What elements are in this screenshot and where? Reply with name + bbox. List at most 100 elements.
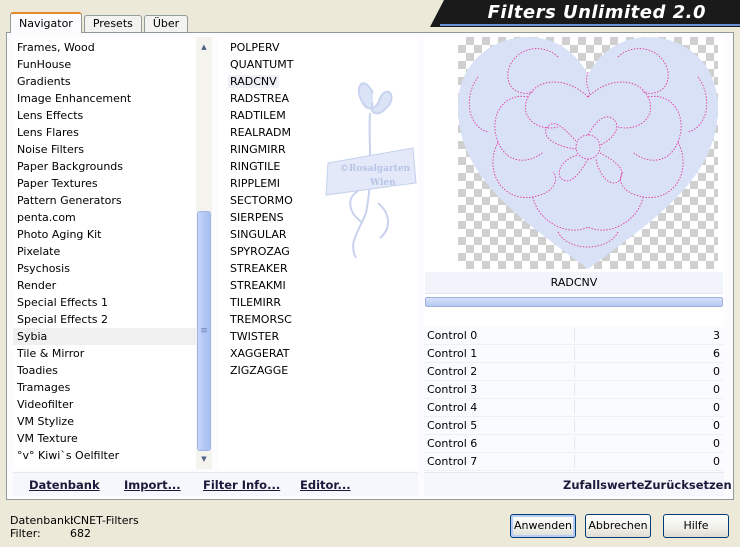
watermark-text-line2: Wien: [369, 178, 396, 188]
zufallswerte-link[interactable]: Zufallswerte: [563, 478, 644, 492]
category-item[interactable]: Toadies: [13, 362, 212, 379]
control-value[interactable]: 0: [713, 399, 720, 416]
category-item[interactable]: Pattern Generators: [13, 192, 212, 209]
left-link-bar: Datenbank Import... Filter Info... Edito…: [13, 472, 418, 496]
control-label: Control 4: [427, 401, 478, 414]
control-value[interactable]: 0: [713, 453, 720, 470]
category-item[interactable]: Special Effects 1: [13, 294, 212, 311]
category-item[interactable]: Frames, Wood: [13, 39, 212, 56]
control-divider: [574, 329, 575, 342]
category-item[interactable]: Render: [13, 277, 212, 294]
category-item[interactable]: Lens Effects: [13, 107, 212, 124]
tab-navigator[interactable]: Navigator: [10, 12, 82, 33]
category-item[interactable]: Paper Backgrounds: [13, 158, 212, 175]
cancel-button[interactable]: Abbrechen: [585, 514, 651, 538]
filter-item-label: TREMORSC: [230, 313, 292, 326]
category-item[interactable]: Pixelate: [13, 243, 212, 260]
control-value[interactable]: 3: [713, 327, 720, 344]
filter-item-label: STREAKER: [230, 262, 288, 275]
filter-item[interactable]: TILEMIRR: [218, 294, 418, 311]
editor-link[interactable]: Editor...: [300, 478, 351, 492]
control-label: Control 1: [427, 347, 478, 360]
control-slider[interactable]: [425, 297, 723, 307]
arrow-up-icon[interactable]: ▲: [196, 39, 212, 55]
filter-item-label: RINGMIRR: [230, 143, 286, 156]
control-value[interactable]: 0: [713, 381, 720, 398]
preview-filter-name: RADCNV: [425, 272, 723, 294]
preview-heart-image: [458, 37, 718, 269]
arrow-down-icon[interactable]: ▼: [196, 451, 212, 467]
control-divider: [574, 401, 575, 414]
control-label: Control 3: [427, 383, 478, 396]
filter-item-label: REALRADM: [230, 126, 291, 139]
filter-item-label: TILEMIRR: [230, 296, 282, 309]
category-item[interactable]: Sybia: [13, 328, 212, 345]
category-item[interactable]: VM Stylize: [13, 413, 212, 430]
control-value[interactable]: 0: [713, 435, 720, 452]
category-item[interactable]: Gradients: [13, 73, 212, 90]
filter-info-link[interactable]: Filter Info...: [203, 478, 280, 492]
category-item[interactable]: Photo Aging Kit: [13, 226, 212, 243]
apply-button[interactable]: Anwenden: [510, 514, 576, 538]
filter-item[interactable]: XAGGERAT: [218, 345, 418, 362]
tab-bar: Navigator Presets Über: [10, 12, 190, 33]
control-row[interactable]: Control 3 0: [424, 381, 724, 399]
category-item[interactable]: VM Texture: [13, 430, 212, 447]
datenbank-link[interactable]: Datenbank: [29, 478, 100, 492]
control-divider: [574, 365, 575, 378]
category-item[interactable]: Noise Filters: [13, 141, 212, 158]
import-link[interactable]: Import...: [124, 478, 181, 492]
filter-item[interactable]: ZIGZAGGE: [218, 362, 418, 379]
control-row[interactable]: Control 7 0: [424, 453, 724, 471]
control-row[interactable]: Control 0 3: [424, 327, 724, 345]
db-label: Datenbank:: [10, 514, 75, 527]
category-item[interactable]: FunHouse: [13, 56, 212, 73]
control-divider: [574, 383, 575, 396]
tab-uber[interactable]: Über: [143, 15, 189, 32]
filter-item[interactable]: POLPERV: [218, 39, 418, 56]
control-list: Control 0 3 Control 1 6 Control 2 0 Control 3 0…: [424, 327, 724, 471]
control-value[interactable]: 0: [713, 417, 720, 434]
filter-item-label: ZIGZAGGE: [230, 364, 289, 377]
scrollbar-thumb[interactable]: ≡: [197, 211, 211, 451]
category-item[interactable]: Tile & Mirror: [13, 345, 212, 362]
control-row[interactable]: Control 2 0: [424, 363, 724, 381]
filter-item-label: QUANTUMT: [230, 58, 294, 71]
category-item[interactable]: Psychosis: [13, 260, 212, 277]
db-value: ICNET-Filters: [70, 514, 139, 527]
banner-title: Filters Unlimited 2.0: [487, 2, 706, 23]
category-item[interactable]: Special Effects 2: [13, 311, 212, 328]
control-divider: [574, 437, 575, 450]
control-row[interactable]: Control 6 0: [424, 435, 724, 453]
control-value[interactable]: 0: [713, 363, 720, 380]
control-value[interactable]: 6: [713, 345, 720, 362]
category-scrollbar[interactable]: ▲ ≡ ▼: [196, 37, 212, 469]
category-list[interactable]: Frames, Wood FunHouse Gradients Image Enhan…: [13, 37, 212, 469]
filter-item-label: SPYROZAG: [230, 245, 290, 258]
zuruecksetzen-link[interactable]: Zurücksetzen: [644, 478, 732, 492]
filter-item-label: TWISTER: [230, 330, 280, 343]
control-row[interactable]: Control 5 0: [424, 417, 724, 435]
control-label: Control 0: [427, 329, 478, 342]
category-item[interactable]: Videofilter: [13, 396, 212, 413]
control-row[interactable]: Control 1 6: [424, 345, 724, 363]
help-button[interactable]: Hilfe: [663, 514, 729, 538]
control-label: Control 6: [427, 437, 478, 450]
category-item[interactable]: Image Enhancement: [13, 90, 212, 107]
filter-item[interactable]: TREMORSC: [218, 311, 418, 328]
filter-item-label: STREAKMI: [230, 279, 286, 292]
category-item[interactable]: Paper Textures: [13, 175, 212, 192]
filter-item[interactable]: TWISTER: [218, 328, 418, 345]
filter-count-label: Filter:: [10, 527, 41, 540]
category-item[interactable]: Lens Flares: [13, 124, 212, 141]
category-item[interactable]: penta.com: [13, 209, 212, 226]
control-row[interactable]: Control 4 0: [424, 399, 724, 417]
category-item[interactable]: °v° Kiwi`s Oelfilter: [13, 447, 212, 464]
category-item[interactable]: Tramages: [13, 379, 212, 396]
filter-item-label: SECTORMO: [230, 194, 293, 207]
filter-item[interactable]: STREAKMI: [218, 277, 418, 294]
filter-list[interactable]: ©Rosalgarten Wien POLPERV QUANTUMT RADCNV R…: [218, 37, 418, 469]
tab-presets[interactable]: Presets: [83, 15, 142, 32]
control-divider: [574, 347, 575, 360]
preview-column: RADCNV Control 0 3 Control 1 6 Control 2 0 Con…: [424, 37, 724, 471]
